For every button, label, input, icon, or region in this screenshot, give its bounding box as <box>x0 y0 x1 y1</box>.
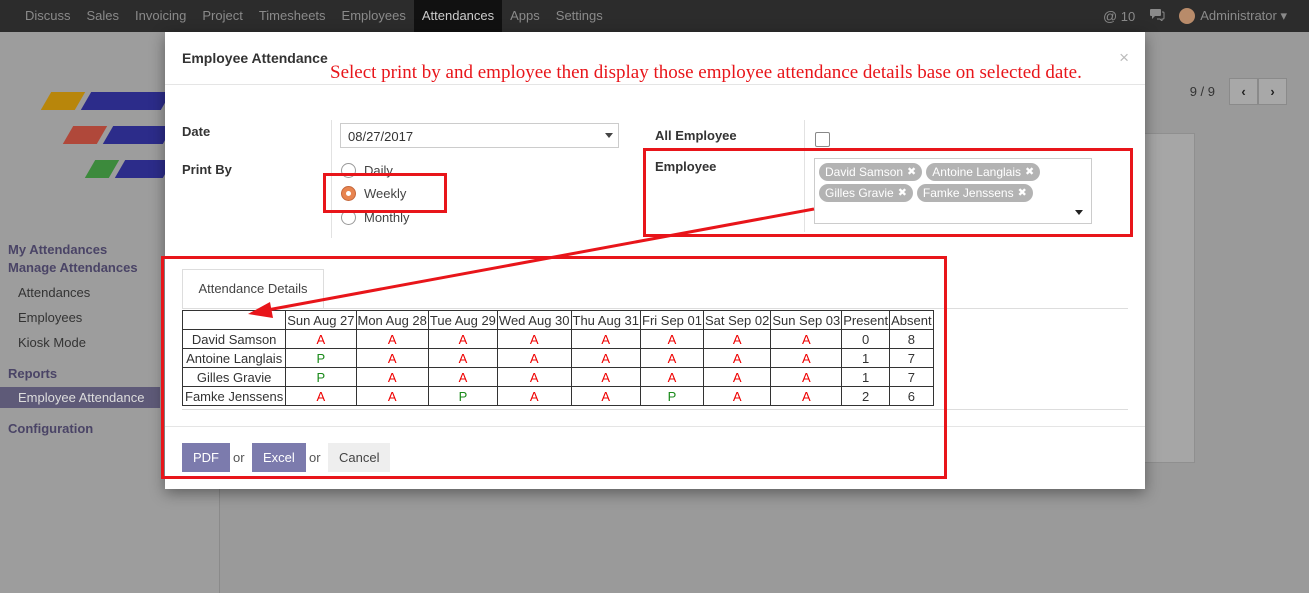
annotation-arrow <box>248 207 815 318</box>
